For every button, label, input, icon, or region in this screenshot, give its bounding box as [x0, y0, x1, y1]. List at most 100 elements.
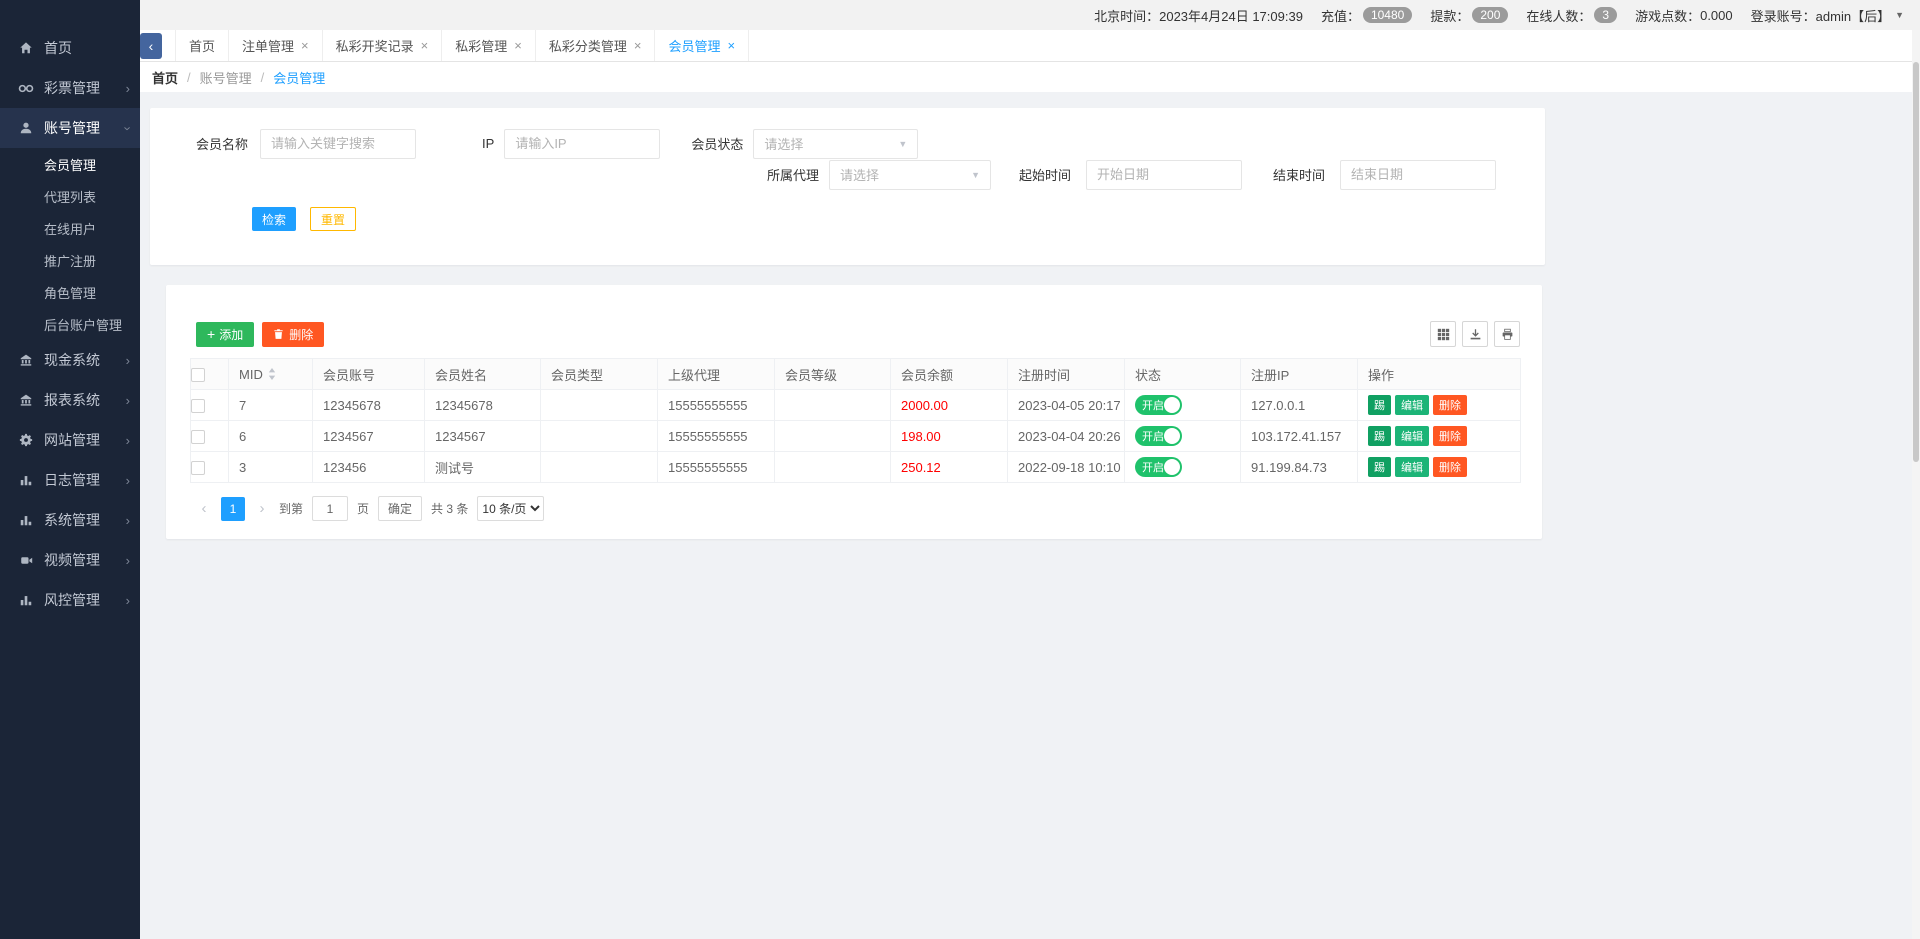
close-icon[interactable]: ×: [301, 39, 309, 52]
online-badge[interactable]: 3: [1594, 7, 1617, 23]
agent-select[interactable]: 请选择 ▼: [829, 160, 991, 190]
game-points-value: 0.000: [1700, 8, 1733, 23]
tab[interactable]: 首页: [175, 30, 228, 61]
sidebar-item[interactable]: 网站管理›: [0, 420, 140, 460]
toggle-knob: [1164, 428, 1180, 444]
withdraw-badge[interactable]: 200: [1472, 7, 1508, 23]
status-toggle[interactable]: 开启: [1135, 426, 1182, 446]
close-icon[interactable]: ×: [727, 39, 735, 52]
search-button[interactable]: 检索: [252, 207, 296, 231]
sidebar-collapse-button[interactable]: ‹: [140, 33, 162, 59]
prev-page-button[interactable]: ‹: [196, 500, 212, 517]
online-stat: 在线人数： 3: [1526, 6, 1617, 25]
account-menu[interactable]: 登录账号： admin【后】 ▼: [1751, 6, 1904, 25]
delete-row-button[interactable]: 删除: [1433, 395, 1467, 415]
sidebar-item[interactable]: 账号管理›: [0, 108, 140, 148]
add-button[interactable]: + 添加: [196, 322, 254, 347]
status-toggle[interactable]: 开启: [1135, 457, 1182, 477]
column-header-label: 状态: [1135, 368, 1161, 383]
breadcrumb-item[interactable]: 账号管理: [200, 68, 252, 87]
cell-reg-time: 2023-04-04 20:26: [1008, 421, 1125, 452]
sidebar-item[interactable]: 日志管理›: [0, 460, 140, 500]
tab[interactable]: 私彩管理×: [441, 30, 535, 61]
tab-label: 会员管理: [668, 36, 720, 55]
end-date-input[interactable]: [1340, 160, 1496, 190]
recharge-badge[interactable]: 10480: [1363, 7, 1412, 23]
sidebar: 首页彩票管理›账号管理›会员管理代理列表在线用户推广注册角色管理后台账户管理现金…: [0, 0, 140, 939]
tab[interactable]: 私彩分类管理 ×: [535, 30, 655, 61]
sidebar-item[interactable]: 系统管理›: [0, 500, 140, 540]
cell-mid: 7: [229, 390, 313, 421]
row-checkbox[interactable]: [191, 399, 205, 413]
member-name-input[interactable]: [260, 129, 416, 159]
filter-ip: IP: [482, 129, 660, 159]
confirm-button[interactable]: 确定: [378, 496, 422, 521]
next-page-button[interactable]: ›: [254, 500, 270, 517]
sidebar-subitem[interactable]: 角色管理: [0, 276, 140, 308]
tab[interactable]: 会员管理 ×: [654, 30, 749, 61]
sidebar-item[interactable]: 彩票管理›: [0, 68, 140, 108]
sidebar-item[interactable]: 风控管理›: [0, 580, 140, 620]
sidebar-subitem[interactable]: 推广注册: [0, 244, 140, 276]
cell-ip: 103.172.41.157: [1241, 421, 1358, 452]
recharge-label: 充值：: [1321, 6, 1360, 25]
sidebar-item[interactable]: 视频管理›: [0, 540, 140, 580]
sidebar-item-label: 首页: [44, 38, 72, 58]
row-checkbox[interactable]: [191, 461, 205, 475]
sidebar-subitem[interactable]: 在线用户: [0, 212, 140, 244]
scrollbar-thumb[interactable]: [1913, 62, 1919, 462]
filter-actions: 检索 重置: [252, 207, 1545, 231]
cell-name: 1234567: [425, 421, 541, 452]
delete-button[interactable]: 删除: [262, 322, 324, 347]
chart-icon: [18, 512, 34, 528]
status-toggle[interactable]: 开启: [1135, 395, 1182, 415]
breadcrumb-item[interactable]: 首页: [152, 68, 178, 87]
close-icon[interactable]: ×: [634, 39, 642, 52]
tab[interactable]: 私彩开奖记录×: [322, 30, 442, 61]
page-size-select[interactable]: 10 条/页: [477, 496, 544, 521]
breadcrumb: 首页/账号管理/会员管理: [140, 62, 1920, 92]
print-button[interactable]: [1494, 321, 1520, 347]
sidebar-item[interactable]: 现金系统›: [0, 340, 140, 380]
edit-button[interactable]: 编辑: [1395, 457, 1429, 477]
columns-filter-button[interactable]: [1430, 321, 1456, 347]
delete-row-button[interactable]: 删除: [1433, 426, 1467, 446]
goto-page-input[interactable]: [312, 496, 348, 521]
reset-button[interactable]: 重置: [310, 207, 356, 231]
tab-label: 私彩分类管理: [549, 36, 627, 55]
column-header: 会员等级: [775, 359, 891, 390]
sidebar-item[interactable]: 首页: [0, 28, 140, 68]
delete-row-button[interactable]: 删除: [1433, 457, 1467, 477]
close-icon[interactable]: ×: [421, 39, 429, 52]
kick-button[interactable]: 踢: [1368, 457, 1391, 477]
ip-input[interactable]: [504, 129, 660, 159]
sidebar-subitem[interactable]: 代理列表: [0, 180, 140, 212]
sidebar-subitem[interactable]: 后台账户管理: [0, 308, 140, 340]
edit-button[interactable]: 编辑: [1395, 426, 1429, 446]
members-table: MID会员账号会员姓名会员类型上级代理会员等级会员余额注册时间状态注册IP操作 …: [190, 358, 1521, 483]
kick-button[interactable]: 踢: [1368, 395, 1391, 415]
select-all-checkbox[interactable]: [191, 368, 205, 382]
kick-button[interactable]: 踢: [1368, 426, 1391, 446]
start-date-input[interactable]: [1086, 160, 1242, 190]
sidebar-item[interactable]: 报表系统›: [0, 380, 140, 420]
chevron-right-icon: ›: [126, 593, 130, 608]
export-button[interactable]: [1462, 321, 1488, 347]
edit-button[interactable]: 编辑: [1395, 395, 1429, 415]
sort-icon[interactable]: [268, 368, 276, 380]
current-page[interactable]: 1: [221, 497, 245, 521]
online-label: 在线人数：: [1526, 6, 1591, 25]
ip-label: IP: [482, 136, 494, 151]
member-status-select[interactable]: 请选择 ▼: [753, 129, 918, 159]
breadcrumb-separator: /: [261, 70, 265, 85]
column-header[interactable]: MID: [229, 359, 313, 390]
filter-start-time: 起始时间: [1019, 160, 1242, 190]
tab[interactable]: 注单管理×: [228, 30, 322, 61]
sidebar-subitem[interactable]: 会员管理: [0, 148, 140, 180]
goto-prefix-label: 到第: [279, 500, 303, 517]
tab-bar: ‹ 首页注单管理×私彩开奖记录×私彩管理× 私彩分类管理 × 会员管理 ×: [140, 30, 1920, 62]
close-icon[interactable]: ×: [514, 39, 522, 52]
sidebar-item-label: 报表系统: [44, 390, 100, 410]
row-checkbox[interactable]: [191, 430, 205, 444]
cell-actions: 踢编辑删除: [1358, 390, 1521, 421]
